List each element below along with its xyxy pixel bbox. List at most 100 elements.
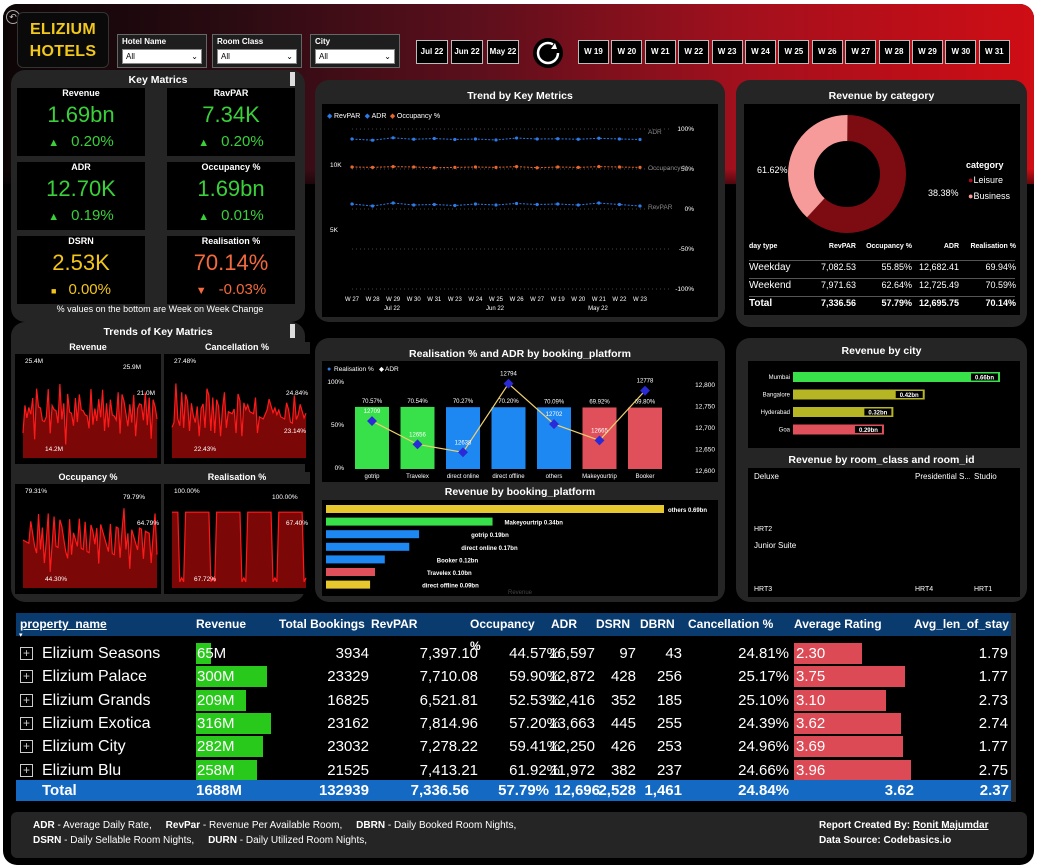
data-point[interactable] [597, 165, 601, 169]
platform-bar-booker[interactable] [326, 555, 385, 564]
table-header-property-name[interactable]: property_name [20, 613, 190, 636]
data-point[interactable] [453, 165, 457, 169]
data-point[interactable] [370, 165, 375, 169]
data-point[interactable] [576, 165, 580, 169]
data-point[interactable] [556, 137, 560, 141]
week-button-w20[interactable]: W 20 [611, 40, 643, 64]
legend-label[interactable]: ADR [372, 113, 387, 120]
table-header-revenue[interactable]: Revenue [196, 613, 272, 636]
month-button-may[interactable]: May 22 [487, 40, 519, 64]
data-point[interactable] [473, 202, 478, 206]
legend-label[interactable]: RevPAR [334, 113, 360, 120]
reset-icon[interactable] [533, 38, 563, 68]
data-point[interactable] [453, 203, 457, 208]
table-row[interactable]: + Elizium Exotica 316M 23162 7,814.96 57.20% 1… [16, 712, 1011, 735]
month-button-jun[interactable]: Jun 22 [451, 40, 483, 64]
data-point[interactable] [597, 136, 601, 140]
data-point[interactable] [412, 137, 416, 141]
hotel-name-slicer[interactable]: Hotel Name All ⌄ [117, 34, 207, 68]
data-point[interactable] [350, 202, 354, 206]
table-header-revpar[interactable]: RevPAR [371, 613, 466, 636]
data-point[interactable] [494, 138, 498, 142]
month-button-jul[interactable]: Jul 22 [416, 40, 448, 64]
sort-down-icon[interactable]: ▾ [19, 631, 23, 639]
week-button-w25[interactable]: W 25 [778, 40, 810, 64]
room-class-dropdown[interactable]: All ⌄ [217, 49, 297, 64]
treemap-cell-junior-suite[interactable]: Junior Suite HRT3 [750, 537, 911, 597]
data-point[interactable] [412, 203, 416, 207]
table-row[interactable]: + Elizium Blu 258M 21525 7,413.21 61.92% 11,97… [16, 759, 1011, 782]
treemap-cell-presidential[interactable]: Presidential S... HRT4 [911, 468, 971, 597]
room-class-slicer[interactable]: Room Class All ⌄ [212, 34, 302, 68]
legend-leisure[interactable]: ●Leisure [968, 175, 1003, 185]
data-point[interactable] [453, 137, 457, 142]
legend-business[interactable]: ●Business [968, 191, 1010, 201]
table-header-cancellation[interactable]: Cancellation % [688, 613, 791, 636]
expand-icon[interactable]: + [20, 670, 33, 684]
data-point[interactable] [514, 165, 519, 169]
data-point[interactable] [473, 137, 478, 141]
data-point[interactable] [576, 203, 580, 207]
data-point[interactable] [638, 204, 642, 208]
table-row[interactable]: + Elizium Seasons 65M 3934 7,397.10 44.57% 16,… [16, 642, 1011, 665]
table-header-dsrn[interactable]: DSRN [596, 613, 636, 636]
week-button-w22[interactable]: W 22 [678, 40, 710, 64]
data-point[interactable] [514, 201, 519, 206]
bar-direct-offline[interactable] [491, 407, 526, 469]
platform-bar-travelex[interactable] [326, 568, 375, 576]
week-button-w19[interactable]: W 19 [578, 40, 609, 64]
week-button-w28[interactable]: W 28 [878, 40, 910, 64]
data-point[interactable] [535, 202, 539, 207]
expand-icon[interactable]: + [20, 693, 33, 707]
platform-bar-others[interactable] [326, 505, 664, 513]
expand-icon[interactable]: + [20, 647, 33, 660]
data-point[interactable] [473, 165, 478, 169]
data-point[interactable] [617, 165, 622, 169]
legend-label[interactable]: Realisation % [334, 366, 374, 373]
table-header-total-bookings[interactable]: Total Bookings [279, 613, 367, 636]
week-button-w27[interactable]: W 27 [845, 40, 877, 64]
data-point[interactable] [556, 202, 560, 206]
data-point[interactable] [391, 165, 395, 169]
data-point[interactable] [432, 166, 436, 170]
platform-bar-direct-online[interactable] [326, 542, 410, 551]
week-button-w31[interactable]: W 31 [978, 40, 1010, 64]
table-header-avg-len-of-stay[interactable]: Avg_len_of_stay [914, 613, 1011, 636]
city-slicer[interactable]: City All ⌄ [310, 34, 400, 68]
city-dropdown[interactable]: All ⌄ [315, 49, 395, 64]
data-point[interactable] [638, 137, 642, 142]
table-header-average-rating[interactable]: Average Rating [794, 613, 909, 636]
table-scrollbar[interactable] [1011, 613, 1016, 802]
table-row[interactable]: + Elizium Grands 209M 16825 6,521.81 52.53% 12… [16, 689, 1011, 712]
data-point[interactable] [494, 203, 498, 207]
table-row[interactable]: + Elizium City 282M 23032 7,278.22 59.41% 12,2… [16, 735, 1011, 758]
data-point[interactable] [432, 136, 436, 141]
data-point[interactable] [597, 201, 601, 205]
data-point[interactable] [391, 136, 395, 140]
data-point[interactable] [494, 165, 498, 169]
data-point[interactable] [535, 166, 539, 170]
city-bar-mumbai[interactable] [793, 372, 1000, 382]
scrollbar[interactable] [290, 72, 295, 86]
legend-label[interactable]: ADR [385, 366, 399, 373]
data-point[interactable] [391, 201, 395, 205]
week-button-w21[interactable]: W 21 [644, 40, 676, 64]
author-link[interactable]: Ronit Majumdar [913, 820, 989, 831]
treemap-cell-studio[interactable]: Studio HRT1 [970, 468, 1020, 597]
data-point[interactable] [412, 165, 416, 169]
data-point[interactable] [617, 202, 622, 207]
data-point[interactable] [556, 165, 560, 169]
week-button-w24[interactable]: W 24 [745, 40, 776, 64]
expand-icon[interactable]: + [20, 740, 33, 754]
data-point[interactable] [350, 137, 354, 141]
platform-bar-gotrip[interactable] [326, 530, 420, 539]
data-point[interactable] [535, 137, 539, 141]
expand-icon[interactable]: + [20, 716, 33, 730]
week-button-w30[interactable]: W 30 [945, 40, 977, 64]
bar-booker[interactable] [628, 407, 662, 469]
treemap-cell-deluxe[interactable]: Deluxe HRT2 [750, 468, 911, 537]
table-row[interactable]: + Elizium Palace 300M 23329 7,710.08 59.90% 12… [16, 665, 1011, 688]
data-point[interactable] [370, 204, 375, 208]
week-button-w26[interactable]: W 26 [811, 40, 843, 64]
data-point[interactable] [370, 138, 375, 142]
